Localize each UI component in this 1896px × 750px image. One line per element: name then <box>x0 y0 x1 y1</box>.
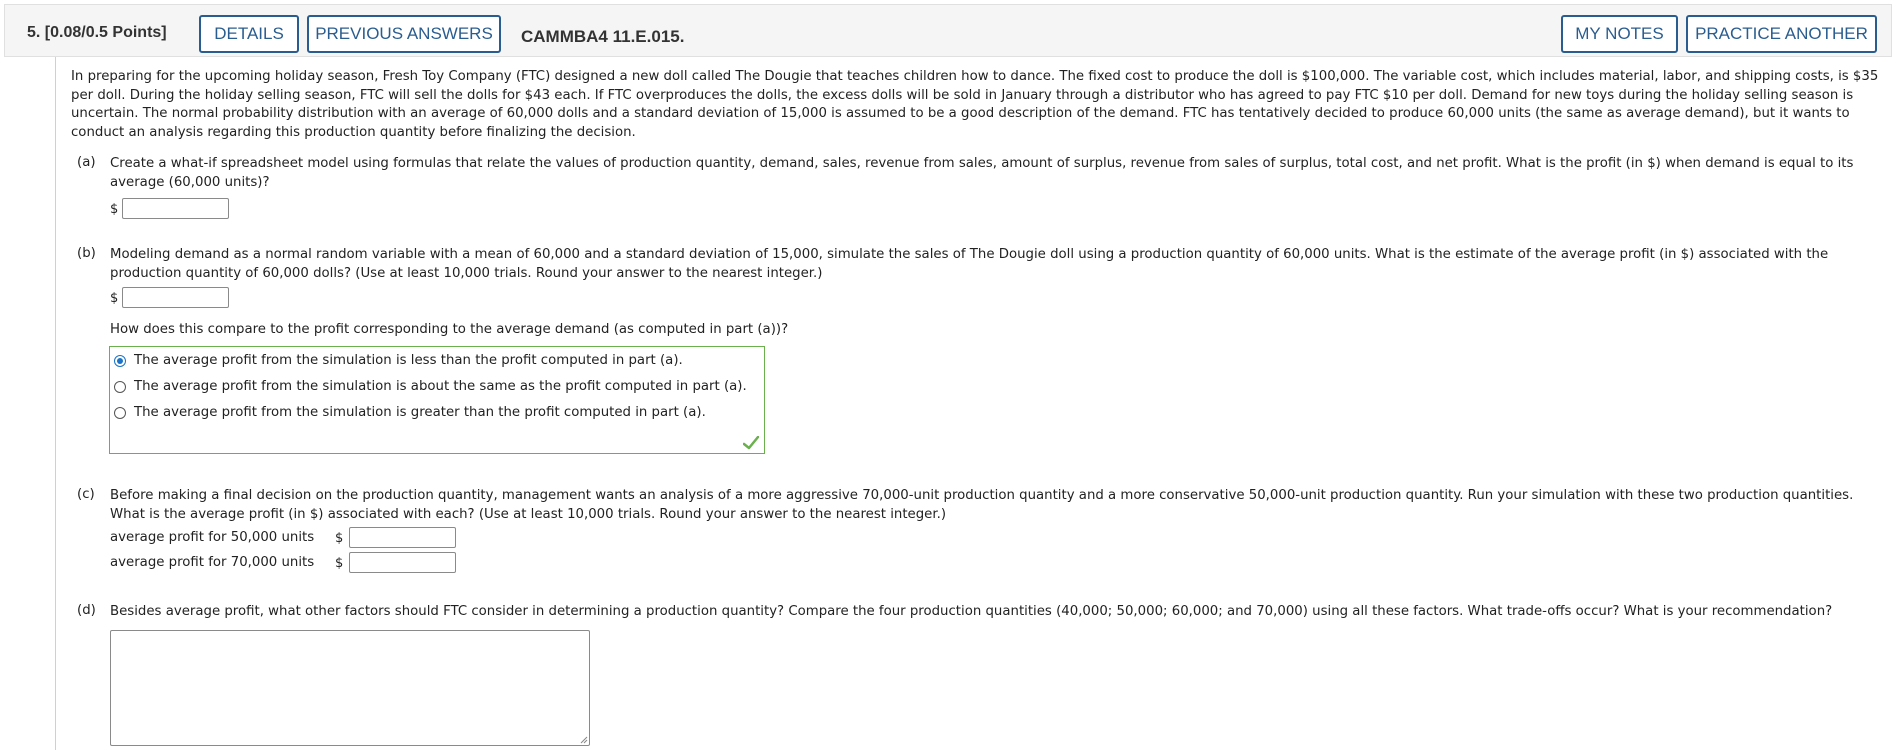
avg-profit-50000-label: average profit for 50,000 units <box>110 530 315 545</box>
part-d-label: (d) <box>77 603 96 618</box>
part-b-currency: $ <box>110 291 119 306</box>
part-b-profit-input[interactable] <box>122 287 229 308</box>
avg-profit-70000-label: average profit for 70,000 units <box>110 555 315 570</box>
resize-grip-icon[interactable] <box>578 734 588 744</box>
previous-answers-button[interactable]: PREVIOUS ANSWERS <box>307 15 501 53</box>
question-number: 5. [0.08/0.5 Points] <box>27 24 167 41</box>
choice-label: The average profit from the simulation i… <box>134 353 683 368</box>
problem-intro: In preparing for the upcoming holiday se… <box>71 69 1879 140</box>
my-notes-button[interactable]: MY NOTES <box>1561 15 1678 53</box>
question-code: CAMMBA4 11.E.015. <box>521 27 685 46</box>
radio-selected[interactable] <box>114 354 126 367</box>
question-header: 5. [0.08/0.5 Points] DETAILS PREVIOUS AN… <box>4 4 1892 57</box>
avg-profit-70000-input[interactable] <box>349 552 456 573</box>
question-points: [0.08/0.5 Points] <box>44 24 167 41</box>
choice-about-same[interactable]: The average profit from the simulation i… <box>114 379 747 394</box>
choice-label: The average profit from the simulation i… <box>134 405 706 420</box>
part-b-choices: The average profit from the simulation i… <box>109 346 765 454</box>
choice-label: The average profit from the simulation i… <box>134 379 747 394</box>
checkmark-icon <box>743 436 759 450</box>
details-button[interactable]: DETAILS <box>199 15 299 53</box>
practice-another-button[interactable]: PRACTICE ANOTHER <box>1686 15 1877 53</box>
part-a-profit-input[interactable] <box>122 198 229 219</box>
part-d-text: Besides average profit, what other facto… <box>110 604 1833 619</box>
radio-unselected[interactable] <box>114 406 126 419</box>
part-a-label: (a) <box>77 155 96 170</box>
choice-less-than[interactable]: The average profit from the simulation i… <box>114 353 683 368</box>
avg-profit-50000-input[interactable] <box>349 527 456 548</box>
part-d-essay-textarea[interactable] <box>110 630 590 746</box>
question-body: In preparing for the upcoming holiday se… <box>55 57 1896 750</box>
part-c-text: Before making a final decision on the pr… <box>110 488 1854 522</box>
choice-greater-than[interactable]: The average profit from the simulation i… <box>114 405 706 420</box>
part-a-text: Create a what-if spreadsheet model using… <box>110 156 1854 190</box>
part-b-text: Modeling demand as a normal random varia… <box>110 247 1829 281</box>
avg-profit-70000-currency: $ <box>335 556 344 571</box>
part-b-label: (b) <box>77 246 96 261</box>
part-c-label: (c) <box>77 487 95 502</box>
radio-unselected[interactable] <box>114 380 126 393</box>
avg-profit-50000-currency: $ <box>335 531 344 546</box>
part-b-compare-question: How does this compare to the profit corr… <box>110 322 789 337</box>
part-a-currency: $ <box>110 202 119 217</box>
